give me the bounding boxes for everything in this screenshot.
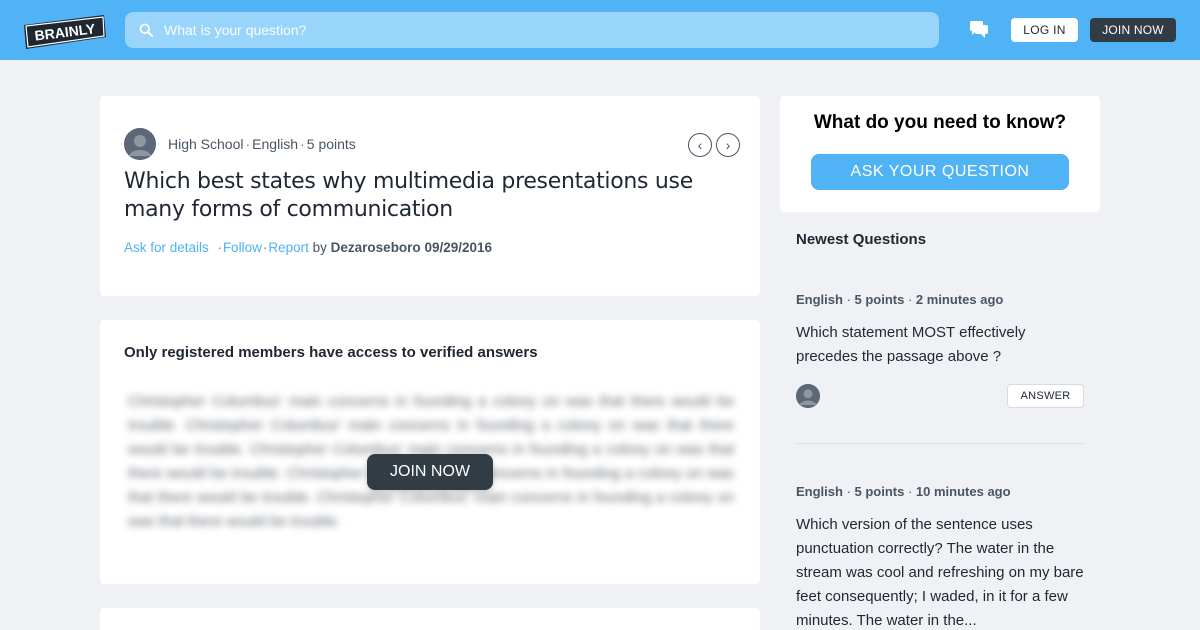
list-item: English · 5 points · 2 minutes ago Which… [796, 292, 1084, 369]
question-points: 5 points [306, 136, 356, 152]
question-date: 09/29/2016 [424, 240, 493, 255]
search-icon [139, 23, 153, 37]
question-level[interactable]: High School [168, 136, 244, 152]
next-card [100, 608, 760, 630]
avatar[interactable] [796, 384, 820, 408]
login-button[interactable]: LOG IN [1011, 18, 1078, 42]
registered-only-heading: Only registered members have access to v… [124, 344, 538, 361]
question-author[interactable]: Dezaroseboro [331, 240, 421, 255]
newest-question-meta: English · 5 points · 10 minutes ago [796, 484, 1011, 499]
avatar[interactable] [124, 128, 156, 160]
question-actions: Ask for details ·Follow·Report by Dezaro… [124, 240, 493, 255]
ask-for-details-link[interactable]: Ask for details [124, 240, 209, 255]
join-now-button[interactable]: JOIN NOW [1090, 18, 1176, 42]
report-link[interactable]: Report [268, 240, 309, 255]
join-now-answer-button[interactable]: JOIN NOW [367, 454, 493, 490]
answer-card: Only registered members have access to v… [100, 320, 760, 584]
list-item: English · 5 points · 10 minutes ago Whic… [796, 484, 1084, 630]
newest-question-text[interactable]: Which statement MOST effectively precede… [796, 321, 1084, 369]
newest-question-points: 5 points [854, 292, 905, 307]
answer-button[interactable]: ANSWER [1007, 384, 1084, 408]
chevron-right-icon[interactable]: › [716, 133, 740, 157]
brainly-logo[interactable]: BRAINLY [24, 15, 106, 49]
newest-question-subject[interactable]: English [796, 292, 843, 307]
newest-question-time: 2 minutes ago [915, 292, 1004, 307]
messages-icon[interactable] [970, 21, 988, 38]
question-card: High School · English · 5 points ‹ › Which b… [100, 96, 760, 296]
ask-question-button[interactable]: ASK YOUR QUESTION [811, 154, 1069, 190]
follow-link[interactable]: Follow [223, 240, 262, 255]
by-label: by [312, 240, 327, 255]
ask-title: What do you need to know? [813, 112, 1067, 133]
newest-question-time: 10 minutes ago [915, 484, 1011, 499]
newest-question-text[interactable]: Which version of the sentence uses punct… [796, 513, 1084, 630]
question-meta: High School · English · 5 points [168, 136, 356, 152]
search-input[interactable] [153, 12, 939, 48]
question-nav: ‹ › [688, 133, 740, 157]
ask-question-card: What do you need to know? ASK YOUR QUEST… [780, 96, 1100, 212]
newest-questions-title: Newest Questions [796, 231, 927, 248]
newest-question-subject[interactable]: English [796, 484, 843, 499]
search-bar[interactable] [125, 12, 939, 48]
chevron-left-icon[interactable]: ‹ [688, 133, 712, 157]
newest-question-points: 5 points [854, 484, 905, 499]
newest-question-meta: English · 5 points · 2 minutes ago [796, 292, 1004, 307]
top-bar: BRAINLY LOG IN JOIN NOW [0, 0, 1200, 60]
user-icon [124, 128, 156, 160]
question-subject[interactable]: English [252, 136, 298, 152]
user-icon [796, 384, 820, 408]
question-title: Which best states why multimedia present… [124, 169, 693, 222]
divider [796, 443, 1084, 444]
